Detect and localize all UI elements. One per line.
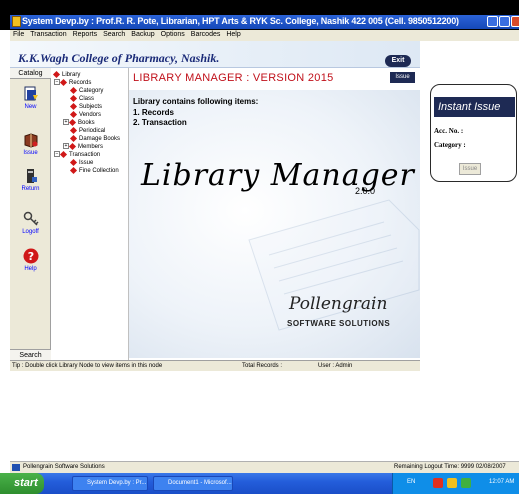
help-button[interactable]: ? Help xyxy=(10,248,51,272)
library-manager-title: LIBRARY MANAGER : VERSION 2015 xyxy=(133,72,334,84)
keyboard-watermark-icon xyxy=(248,199,420,331)
tray-volume-icon[interactable] xyxy=(461,478,471,488)
tree-node-periodical[interactable]: Periodical xyxy=(69,126,105,135)
tree-node-books[interactable]: + Books xyxy=(63,118,95,127)
taskbar-item-app[interactable]: System Devp.by : Pr... xyxy=(72,476,148,491)
key-logoff-icon xyxy=(23,211,39,226)
issue-label: Issue xyxy=(23,150,38,156)
acc-no-label: Acc. No. : xyxy=(434,127,464,135)
software-solutions-text: SOFTWARE SOLUTIONS xyxy=(287,319,391,328)
menu-transaction[interactable]: Transaction xyxy=(27,30,69,38)
windows-taskbar: start System Devp.by : Pr... Document1 -… xyxy=(0,473,519,494)
sidebar: Catalog New Issue Return Logoff ? Help S… xyxy=(10,68,51,360)
menu-barcodes[interactable]: Barcodes xyxy=(188,30,224,38)
tree-node-issue[interactable]: Issue xyxy=(69,158,93,167)
status-user: User : Admin xyxy=(318,363,353,369)
instant-issue-button[interactable]: Issue xyxy=(459,163,481,175)
splash-item-records: 1. Records xyxy=(133,108,174,117)
instant-issue-panel: Instant Issue Acc. No. : Category : Issu… xyxy=(430,84,517,182)
search-tab[interactable]: Search xyxy=(10,349,51,360)
splash-panel: Library contains following items: 1. Rec… xyxy=(129,90,420,358)
status-bar: Tip : Double click Library Node to view … xyxy=(10,360,420,371)
bottom-company: Pollengrain Software Solutions xyxy=(23,464,105,470)
app-icon xyxy=(12,16,21,27)
node-diamond-icon xyxy=(68,142,77,150)
start-label: start xyxy=(14,477,38,489)
return-button[interactable]: Return xyxy=(10,168,51,192)
node-diamond-icon xyxy=(68,118,77,126)
clock: 12:07 AM xyxy=(489,479,515,485)
minimize-button[interactable] xyxy=(487,16,498,27)
splash-item-transaction: 2. Transaction xyxy=(133,118,187,127)
node-diamond-icon xyxy=(52,70,61,78)
status-tip: Tip : Double click Library Node to view … xyxy=(12,363,163,369)
tree-node-class[interactable]: Class xyxy=(69,94,94,103)
logoff-button[interactable]: Logoff xyxy=(10,211,51,235)
main-panel: LIBRARY MANAGER : VERSION 2015 Issue Lib… xyxy=(129,68,420,360)
tree-node-members[interactable]: + Members xyxy=(63,142,103,151)
logoff-label: Logoff xyxy=(22,229,39,235)
system-tray: EN 12:07 AM xyxy=(392,473,519,494)
app-header: K.K.Wagh College of Pharmacy, Nashik. Ex… xyxy=(10,41,420,68)
book-issue-icon xyxy=(24,133,37,148)
tray-antivirus-icon[interactable] xyxy=(433,478,443,488)
book-return-icon xyxy=(26,169,37,183)
bottom-status-strip: Pollengrain Software Solutions Remaining… xyxy=(10,461,519,473)
help-label: Help xyxy=(24,266,37,272)
splash-heading: Library contains following items: xyxy=(133,97,259,106)
menu-file[interactable]: File xyxy=(10,30,27,38)
window-title: System Devp.by : Prof.R. R. Pote, Librar… xyxy=(22,16,459,26)
node-diamond-icon xyxy=(69,102,78,110)
menu-backup[interactable]: Backup xyxy=(128,30,157,38)
close-button[interactable] xyxy=(511,16,519,27)
app-tray-icon xyxy=(12,464,20,471)
college-name: K.K.Wagh College of Pharmacy, Nashik. xyxy=(18,51,220,65)
catalog-tab[interactable]: Catalog xyxy=(10,68,51,79)
taskbar-item-document[interactable]: Document1 - Microsof... xyxy=(153,476,233,491)
tree-node-fine-collection[interactable]: Fine Collection xyxy=(69,166,119,175)
node-diamond-icon xyxy=(69,166,78,174)
menu-options[interactable]: Options xyxy=(158,30,188,38)
help-question-icon: ? xyxy=(23,248,38,264)
menu-bar: File Transaction Reports Search Backup Option… xyxy=(10,30,519,41)
bottom-logout-time: Remaining Logout Time: 9999 02/08/2007 xyxy=(394,464,506,470)
menu-help[interactable]: Help xyxy=(223,30,243,38)
status-total-records: Total Records : xyxy=(242,363,283,369)
menu-search[interactable]: Search xyxy=(100,30,128,38)
tray-network-icon[interactable] xyxy=(447,478,457,488)
maximize-button[interactable] xyxy=(499,16,510,27)
category-label: Category : xyxy=(434,141,466,149)
return-label: Return xyxy=(21,186,40,192)
tree-node-damage-books[interactable]: Damage Books xyxy=(69,134,120,143)
svg-text:?: ? xyxy=(27,250,33,263)
node-diamond-icon xyxy=(69,158,78,166)
window-titlebar: System Devp.by : Prof.R. R. Pote, Librar… xyxy=(0,0,519,30)
node-diamond-icon xyxy=(69,94,78,102)
start-button[interactable]: start xyxy=(0,473,44,494)
tree-node-category[interactable]: Category xyxy=(69,86,103,95)
new-button[interactable]: New xyxy=(10,86,51,110)
node-diamond-icon xyxy=(59,78,68,86)
tree-node-library[interactable]: Library xyxy=(52,70,80,79)
issue-tab[interactable]: Issue xyxy=(390,72,415,83)
menu-reports[interactable]: Reports xyxy=(70,30,101,38)
node-diamond-icon xyxy=(59,150,68,158)
node-diamond-icon xyxy=(69,126,78,134)
node-diamond-icon xyxy=(69,134,78,142)
exit-button[interactable]: Exit xyxy=(385,55,411,67)
brand-version: 2.0.0 xyxy=(355,186,376,196)
library-tree: Library − Records Category Class Subjects… xyxy=(51,68,129,360)
issue-button[interactable]: Issue xyxy=(10,132,51,156)
node-diamond-icon xyxy=(69,86,78,94)
new-label: New xyxy=(24,104,37,110)
language-indicator[interactable]: EN xyxy=(407,479,415,485)
new-document-icon xyxy=(24,86,38,101)
tree-node-subjects[interactable]: Subjects xyxy=(69,102,102,111)
pollengrain-logo-text: Pollengrain xyxy=(289,294,388,314)
instant-issue-title: Instant Issue xyxy=(434,97,515,117)
tree-node-vendors[interactable]: Vendors xyxy=(69,110,101,119)
node-diamond-icon xyxy=(69,110,78,118)
tree-node-transaction[interactable]: − Transaction xyxy=(54,150,100,159)
